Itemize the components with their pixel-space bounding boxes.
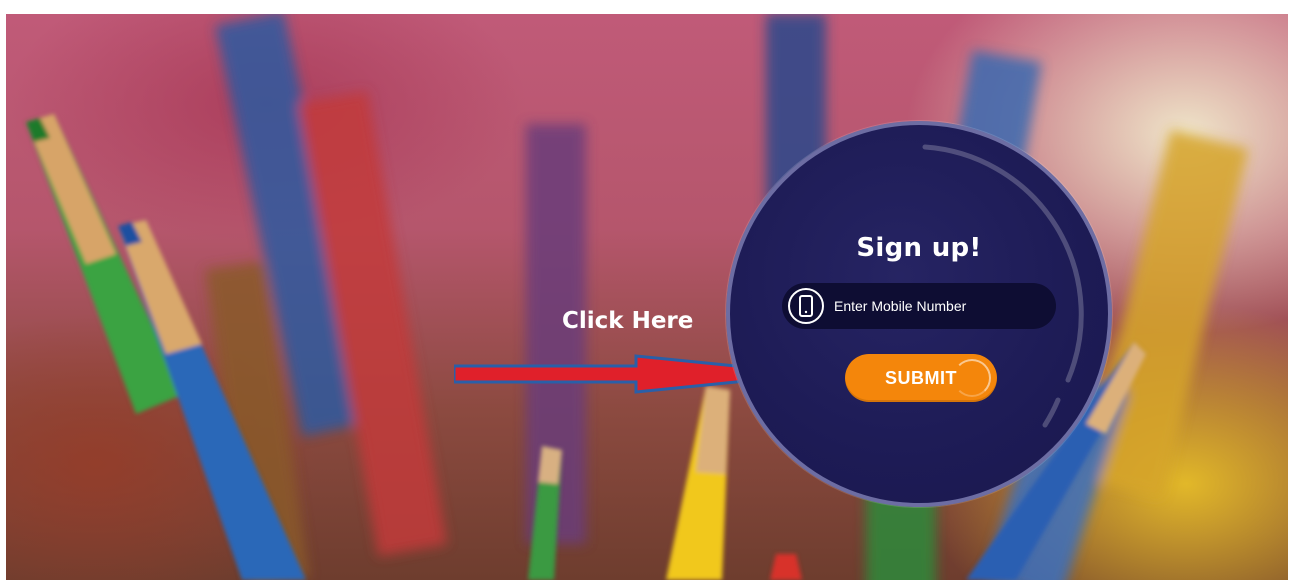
button-ring-decoration <box>953 359 991 397</box>
phone-icon <box>788 288 824 324</box>
signup-panel: Sign up! SUBMIT <box>726 121 1112 507</box>
mobile-number-input[interactable] <box>834 283 1044 329</box>
click-here-annotation: Click Here <box>562 308 694 334</box>
submit-button-label: SUBMIT <box>885 367 957 388</box>
signup-title: Sign up! <box>856 233 982 263</box>
hero-background: Click Here Sign up! SUBMIT <box>6 14 1288 580</box>
mobile-number-field <box>782 283 1056 329</box>
submit-button[interactable]: SUBMIT <box>845 354 997 402</box>
